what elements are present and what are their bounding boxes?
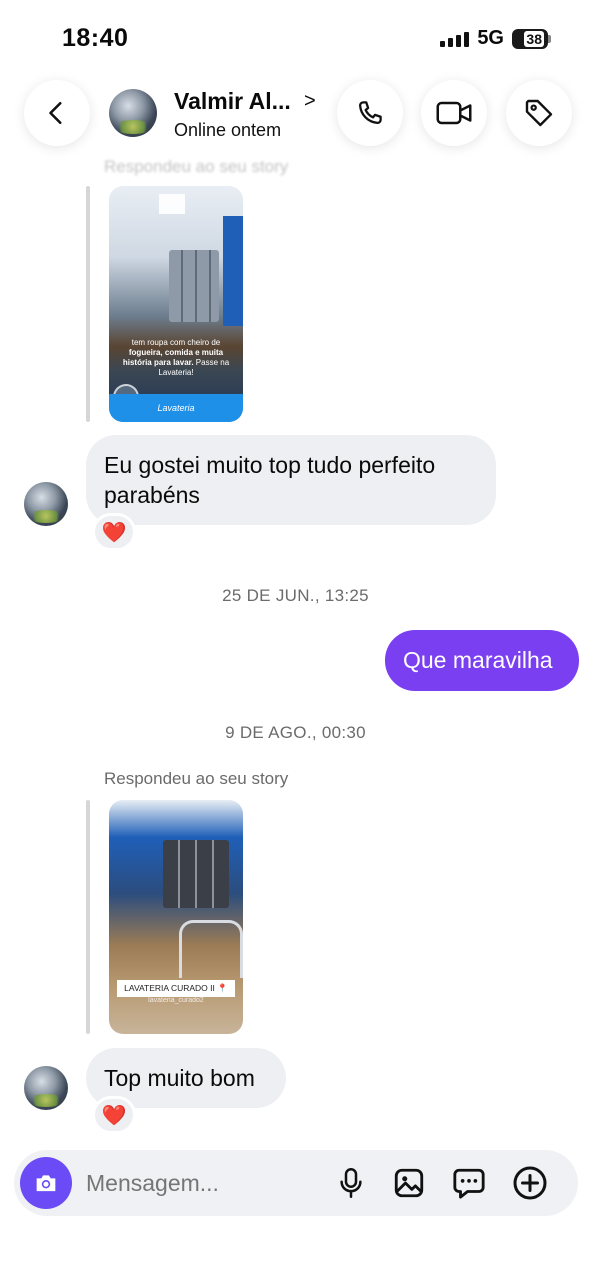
brand-logo: Lavateria (157, 403, 195, 413)
battery-level: 38 (524, 30, 544, 47)
contact-name: Valmir Al... (174, 88, 291, 114)
bench-rail (179, 920, 243, 978)
message-composer (14, 1150, 578, 1216)
story-caption: tem roupa com cheiro de fogueira, comida… (115, 338, 237, 378)
tag-icon (525, 99, 553, 127)
gallery-button[interactable] (390, 1164, 428, 1202)
microphone-button[interactable] (332, 1164, 370, 1202)
story-thumbnail[interactable]: tem roupa com cheiro de fogueira, comida… (109, 186, 243, 422)
message-reaction[interactable]: ❤️ (92, 513, 136, 551)
story-reply-line (86, 800, 90, 1034)
phone-icon (359, 101, 382, 124)
contact-avatar (109, 89, 157, 137)
washing-machines (169, 250, 219, 322)
location-sticker: LAVATERIA CURADO II 📍 (117, 980, 235, 997)
story-reply-label-faded: Respondeu ao seu story (104, 157, 289, 176)
heart-icon: ❤️ (101, 1104, 127, 1127)
story-brand-bar: Lavateria (109, 394, 243, 422)
story-handle: lavateria_curado2 (148, 997, 204, 1004)
timestamp-divider: 9 DE AGO., 00:30 (225, 723, 366, 742)
camera-button[interactable] (20, 1157, 72, 1209)
chevron-right-icon: > (304, 90, 316, 112)
message-text: Top muito bom (104, 1065, 255, 1091)
message-reaction[interactable]: ❤️ (92, 1096, 136, 1134)
contact-status: Online ontem (174, 120, 282, 140)
story-reply-line (86, 186, 90, 422)
back-button[interactable] (24, 80, 90, 146)
plus-button[interactable] (511, 1164, 549, 1202)
tag-button[interactable] (506, 80, 572, 146)
wall-panel (223, 216, 243, 326)
ceiling-light (159, 194, 185, 214)
sender-avatar[interactable] (24, 1066, 68, 1110)
story-caption-line: tem roupa com cheiro de (131, 338, 221, 347)
network-label: 5G (477, 27, 504, 49)
incoming-message[interactable]: Eu gostei muito top tudo perfeito parabé… (86, 435, 496, 525)
message-text: Eu gostei muito top tudo perfeito parabé… (104, 452, 436, 508)
status-indicators: 5G 38 (440, 27, 551, 50)
story-reply-label: Respondeu ao seu story (104, 769, 289, 788)
status-time: 18:40 (62, 24, 129, 52)
story-thumbnail[interactable]: LAVATERIA CURADO II 📍 lavateria_curado2 (109, 800, 243, 1034)
contact-header[interactable]: Valmir Al... > Online ontem (104, 80, 324, 146)
plus-icon (513, 1166, 547, 1200)
voice-call-button[interactable] (337, 80, 403, 146)
heart-icon: ❤️ (101, 521, 127, 544)
video-call-button[interactable] (421, 80, 487, 146)
video-call-icon (436, 101, 472, 125)
message-text: Que maravilha (403, 647, 553, 673)
outgoing-message[interactable]: Que maravilha (385, 630, 579, 691)
sticker-button[interactable] (450, 1164, 488, 1202)
microphone-icon (340, 1168, 362, 1198)
back-arrow-icon (49, 101, 62, 125)
gallery-icon (394, 1168, 424, 1198)
battery-icon: 38 (512, 28, 551, 49)
timestamp-divider: 25 DE JUN., 13:25 (222, 586, 369, 605)
washing-machines (163, 840, 229, 908)
message-input[interactable] (86, 1164, 316, 1202)
sender-avatar[interactable] (24, 482, 68, 526)
sticker-icon (453, 1168, 485, 1199)
signal-icon (440, 31, 470, 47)
camera-icon (36, 1175, 56, 1192)
